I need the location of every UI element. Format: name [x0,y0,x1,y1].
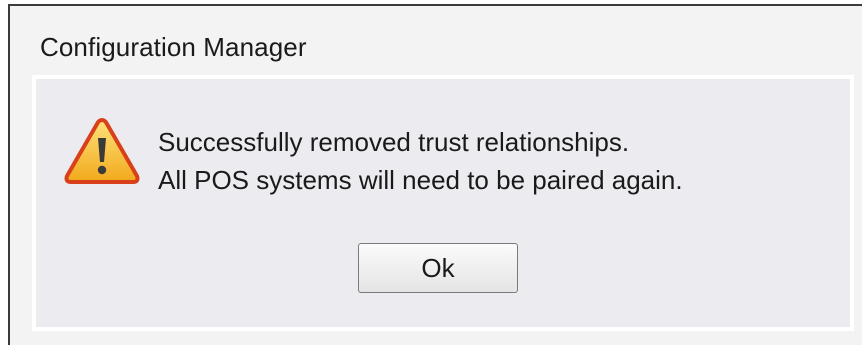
dialog-message: Successfully removed trust relationships… [158,123,683,199]
dialog-body: Successfully removed trust relationships… [32,75,854,331]
message-line: All POS systems will need to be paired a… [158,165,683,195]
message-line: Successfully removed trust relationships… [158,127,630,157]
ok-button[interactable]: Ok [358,243,518,293]
warning-icon [64,118,140,184]
dialog-title: Configuration Manager [40,32,307,62]
message-dialog: Configuration Manager Successfully remov… [8,4,862,345]
